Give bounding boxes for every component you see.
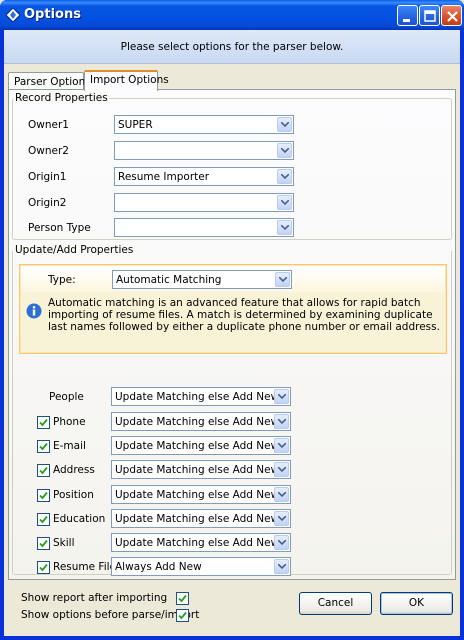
cancel-button[interactable]: Cancel (299, 592, 372, 615)
checkmark-icon (39, 539, 48, 548)
maximize-button[interactable] (419, 5, 440, 26)
matching-type-dropdown[interactable]: Automatic Matching (112, 270, 292, 289)
checkmark-icon (39, 563, 48, 572)
minimize-button[interactable] (397, 5, 418, 26)
phone-value: Update Matching else Add New (115, 416, 280, 428)
person-type-dropdown[interactable] (114, 218, 294, 237)
matching-info-text: Automatic matching is an advanced featur… (48, 297, 440, 333)
checkmark-icon (39, 442, 48, 451)
checkmark-icon (39, 491, 48, 500)
email-dropdown[interactable]: Update Matching else Add New (111, 436, 291, 455)
chevron-down-icon[interactable] (274, 438, 289, 453)
info-icon (26, 303, 42, 319)
chevron-down-icon[interactable] (274, 389, 289, 404)
resume-file-checkbox[interactable] (37, 561, 50, 574)
email-checkbox[interactable] (37, 440, 50, 453)
record-properties-legend: Record Properties (14, 92, 109, 104)
person-type-label: Person Type (28, 222, 91, 234)
email-value: Update Matching else Add New (115, 440, 280, 452)
chevron-down-icon[interactable] (277, 220, 292, 235)
education-value: Update Matching else Add New (115, 513, 280, 525)
position-dropdown[interactable]: Update Matching else Add New (111, 485, 291, 504)
address-value: Update Matching else Add New (115, 464, 280, 476)
resume-file-dropdown[interactable]: Always Add New (111, 557, 291, 576)
close-button[interactable] (441, 5, 462, 26)
address-dropdown[interactable]: Update Matching else Add New (111, 460, 291, 479)
chevron-down-icon[interactable] (275, 272, 290, 287)
chevron-down-icon[interactable] (277, 195, 292, 210)
phone-label: Phone (53, 416, 86, 428)
maximize-icon (424, 10, 436, 22)
ok-button[interactable]: OK (380, 592, 453, 615)
skill-value: Update Matching else Add New (115, 537, 280, 549)
title-bar[interactable]: Options (0, 0, 464, 30)
origin2-dropdown[interactable] (114, 193, 294, 212)
chevron-down-icon[interactable] (277, 117, 292, 132)
type-label: Type: (48, 274, 76, 286)
phone-dropdown[interactable]: Update Matching else Add New (111, 412, 291, 431)
update-add-properties-legend: Update/Add Properties (14, 244, 135, 256)
owner1-label: Owner1 (28, 119, 69, 131)
checkmark-icon (39, 418, 48, 427)
diamond-arrows-icon (5, 7, 21, 23)
skill-dropdown[interactable]: Update Matching else Add New (111, 533, 291, 552)
phone-checkbox[interactable] (37, 416, 50, 429)
record-properties-group: Record Properties Owner1 SUPER Owner2 Or… (12, 92, 452, 240)
chevron-down-icon[interactable] (277, 143, 292, 158)
origin1-value: Resume Importer (118, 171, 210, 183)
dialog-body: Please select options for the parser bel… (4, 30, 460, 636)
checkmark-icon (39, 466, 48, 475)
header-panel: Please select options for the parser bel… (4, 30, 460, 64)
owner1-dropdown[interactable]: SUPER (114, 115, 294, 134)
chevron-down-icon[interactable] (274, 535, 289, 550)
tab-import-options[interactable]: Import Options (84, 70, 169, 91)
people-dropdown[interactable]: Update Matching else Add New (111, 387, 291, 406)
resume-file-label: Resume File (53, 561, 117, 573)
education-dropdown[interactable]: Update Matching else Add New (111, 509, 291, 528)
minimize-icon (403, 19, 410, 22)
checkmark-icon (178, 594, 187, 603)
owner2-label: Owner2 (28, 145, 69, 157)
window-title: Options (24, 7, 81, 22)
address-checkbox[interactable] (37, 464, 50, 477)
chevron-down-icon[interactable] (277, 169, 292, 184)
skill-checkbox[interactable] (37, 537, 50, 550)
resume-file-value: Always Add New (115, 561, 202, 573)
matching-type-panel: Type: Automatic Matching Automatic match… (19, 264, 447, 354)
skill-label: Skill (53, 537, 75, 549)
people-value: Update Matching else Add New (115, 391, 280, 403)
import-options-panel: Record Properties Owner1 SUPER Owner2 Or… (8, 89, 456, 580)
close-icon (447, 11, 458, 22)
show-options-label: Show options before parse/import (21, 609, 200, 621)
origin1-label: Origin1 (28, 171, 67, 183)
origin1-dropdown[interactable]: Resume Importer (114, 167, 294, 186)
position-value: Update Matching else Add New (115, 489, 280, 501)
chevron-down-icon[interactable] (274, 487, 289, 502)
position-checkbox[interactable] (37, 489, 50, 502)
email-label: E-mail (53, 440, 86, 452)
options-window: Options Please select options for the pa… (0, 0, 464, 640)
show-report-checkbox[interactable] (176, 592, 189, 605)
owner2-dropdown[interactable] (114, 141, 294, 160)
show-report-label: Show report after importing (21, 592, 168, 604)
education-label: Education (53, 513, 106, 525)
position-label: Position (53, 489, 94, 501)
people-label: People (49, 391, 84, 403)
education-checkbox[interactable] (37, 513, 50, 526)
owner1-value: SUPER (118, 119, 153, 131)
address-label: Address (53, 464, 95, 476)
header-text: Please select options for the parser bel… (120, 41, 344, 53)
tab-parser-options[interactable]: Parser Options (8, 72, 91, 90)
origin2-label: Origin2 (28, 197, 67, 209)
checkmark-icon (178, 611, 187, 620)
checkmark-icon (39, 515, 48, 524)
chevron-down-icon[interactable] (274, 559, 289, 574)
matching-type-value: Automatic Matching (116, 274, 222, 286)
show-options-checkbox[interactable] (176, 609, 189, 622)
chevron-down-icon[interactable] (274, 414, 289, 429)
chevron-down-icon[interactable] (274, 462, 289, 477)
chevron-down-icon[interactable] (274, 511, 289, 526)
